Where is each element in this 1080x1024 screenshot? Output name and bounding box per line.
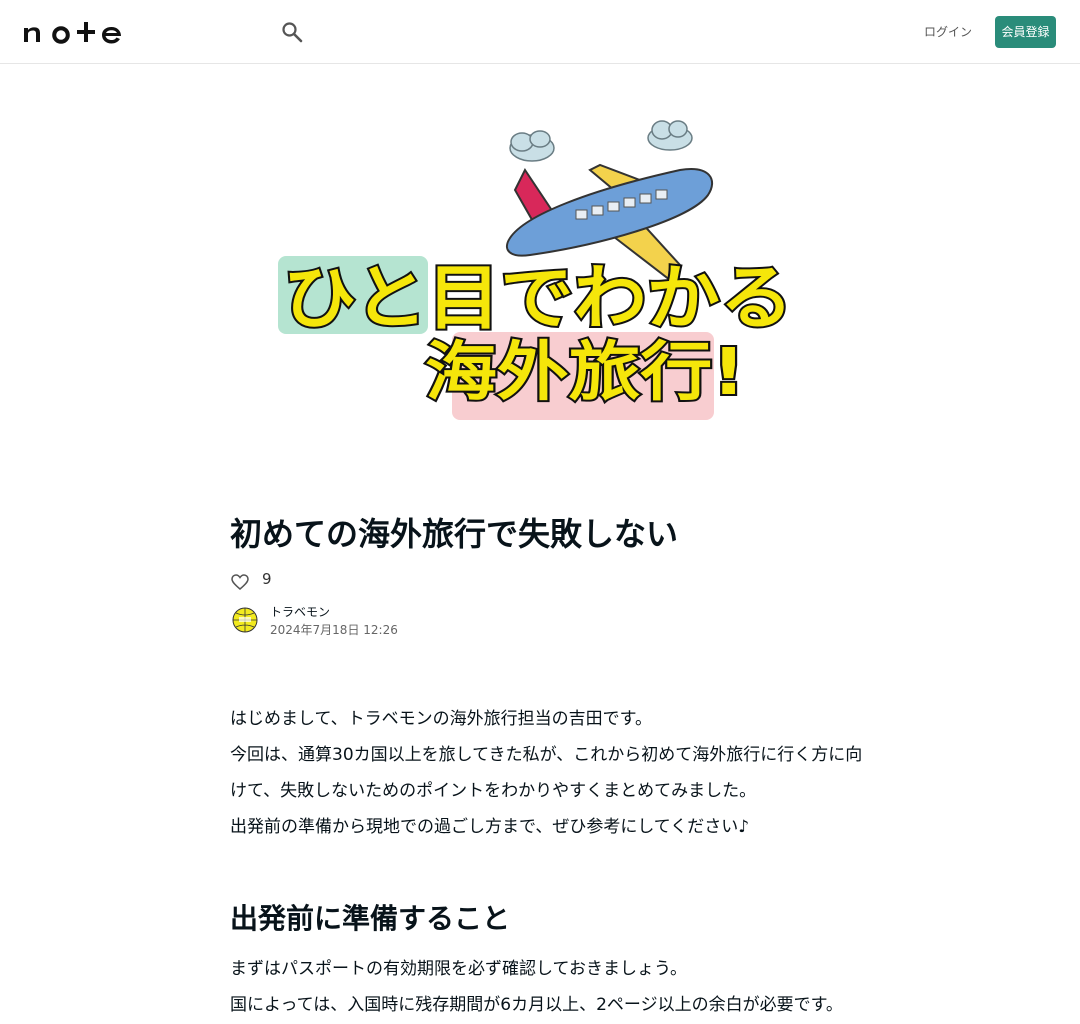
hero-line2: 海外旅行! [425,336,745,410]
site-header: ログイン 会員登録 [0,0,1080,64]
author-name[interactable]: トラベモン [270,603,330,620]
article: 初めての海外旅行で失敗しない 9 トラベモン 2024年7月18日 12:26 … [230,505,870,1023]
like-count: 9 [262,570,272,588]
article-title: 初めての海外旅行で失敗しない [230,515,679,553]
note-logo[interactable] [24,20,122,44]
heart-icon[interactable] [230,572,250,592]
search-icon[interactable] [281,21,303,43]
cloud-icon [647,120,693,151]
section-heading: 出発前に準備すること [230,902,511,935]
hero-image: ひと目でわかる 海外旅行! [278,120,795,420]
body-paragraph: 国によっては、入国時に残存期間が6カ月以上、2ページ以上の余白が必要です。 [230,995,843,1015]
login-link[interactable]: ログイン [924,22,972,42]
body-paragraph: 今回は、通算30カ国以上を旅してきた私が、これから初めて海外旅行に行く方に向けて… [230,745,863,801]
post-date: 2024年7月18日 12:26 [270,623,398,637]
body-paragraph: はじめまして、トラベモンの海外旅行担当の吉田です。 [230,709,652,729]
author-info: トラベモン 2024年7月18日 12:26 [230,603,870,647]
hero-line1: ひと目でわかる [283,257,793,339]
body-paragraph: まずはパスポートの有効期限を必ず確認しておきましょう。 [230,959,687,979]
section-body: まずはパスポートの有効期限を必ず確認しておきましょう。 国によっては、入国時に残… [230,951,870,1023]
like-row: 9 [230,566,870,600]
article-body: はじめまして、トラベモンの海外旅行担当の吉田です。 今回は、通算30カ国以上を旅… [230,701,870,845]
cloud-icon [509,130,555,162]
avatar[interactable] [230,604,260,634]
signup-button[interactable]: 会員登録 [995,16,1056,48]
body-paragraph: 出発前の準備から現地での過ごし方まで、ぜひ参考にしてください♪ [230,817,750,837]
